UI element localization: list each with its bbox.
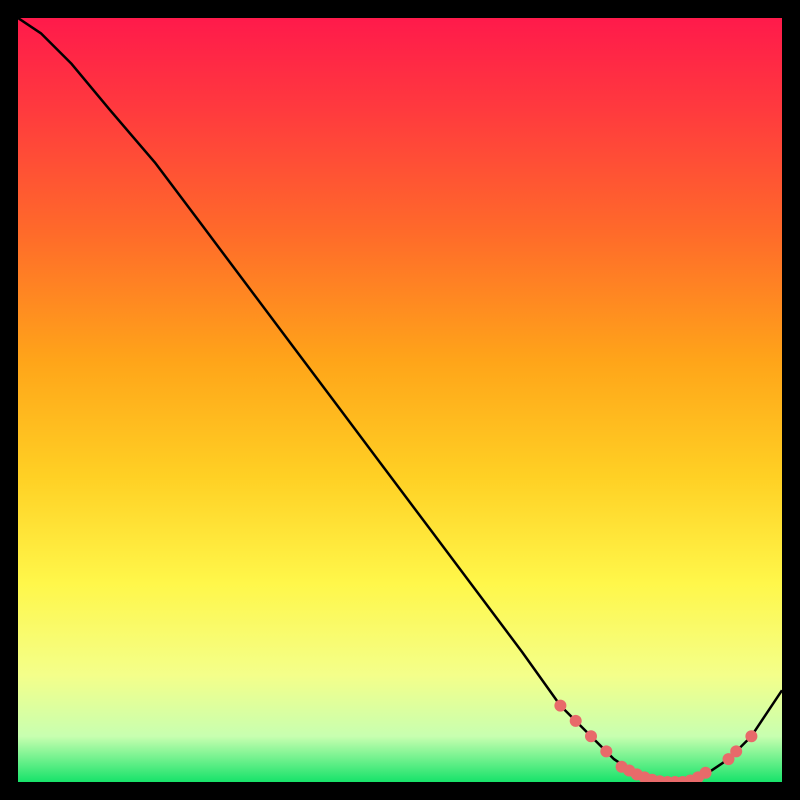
marker-dot xyxy=(585,730,597,742)
marker-dot xyxy=(570,715,582,727)
marker-dot xyxy=(700,767,712,779)
gradient-background xyxy=(18,18,782,782)
marker-dot xyxy=(554,700,566,712)
marker-dot xyxy=(730,745,742,757)
chart-frame: TheBottleneck.com xyxy=(18,18,782,782)
marker-dot xyxy=(745,730,757,742)
marker-dot xyxy=(600,745,612,757)
chart-canvas xyxy=(18,18,782,782)
